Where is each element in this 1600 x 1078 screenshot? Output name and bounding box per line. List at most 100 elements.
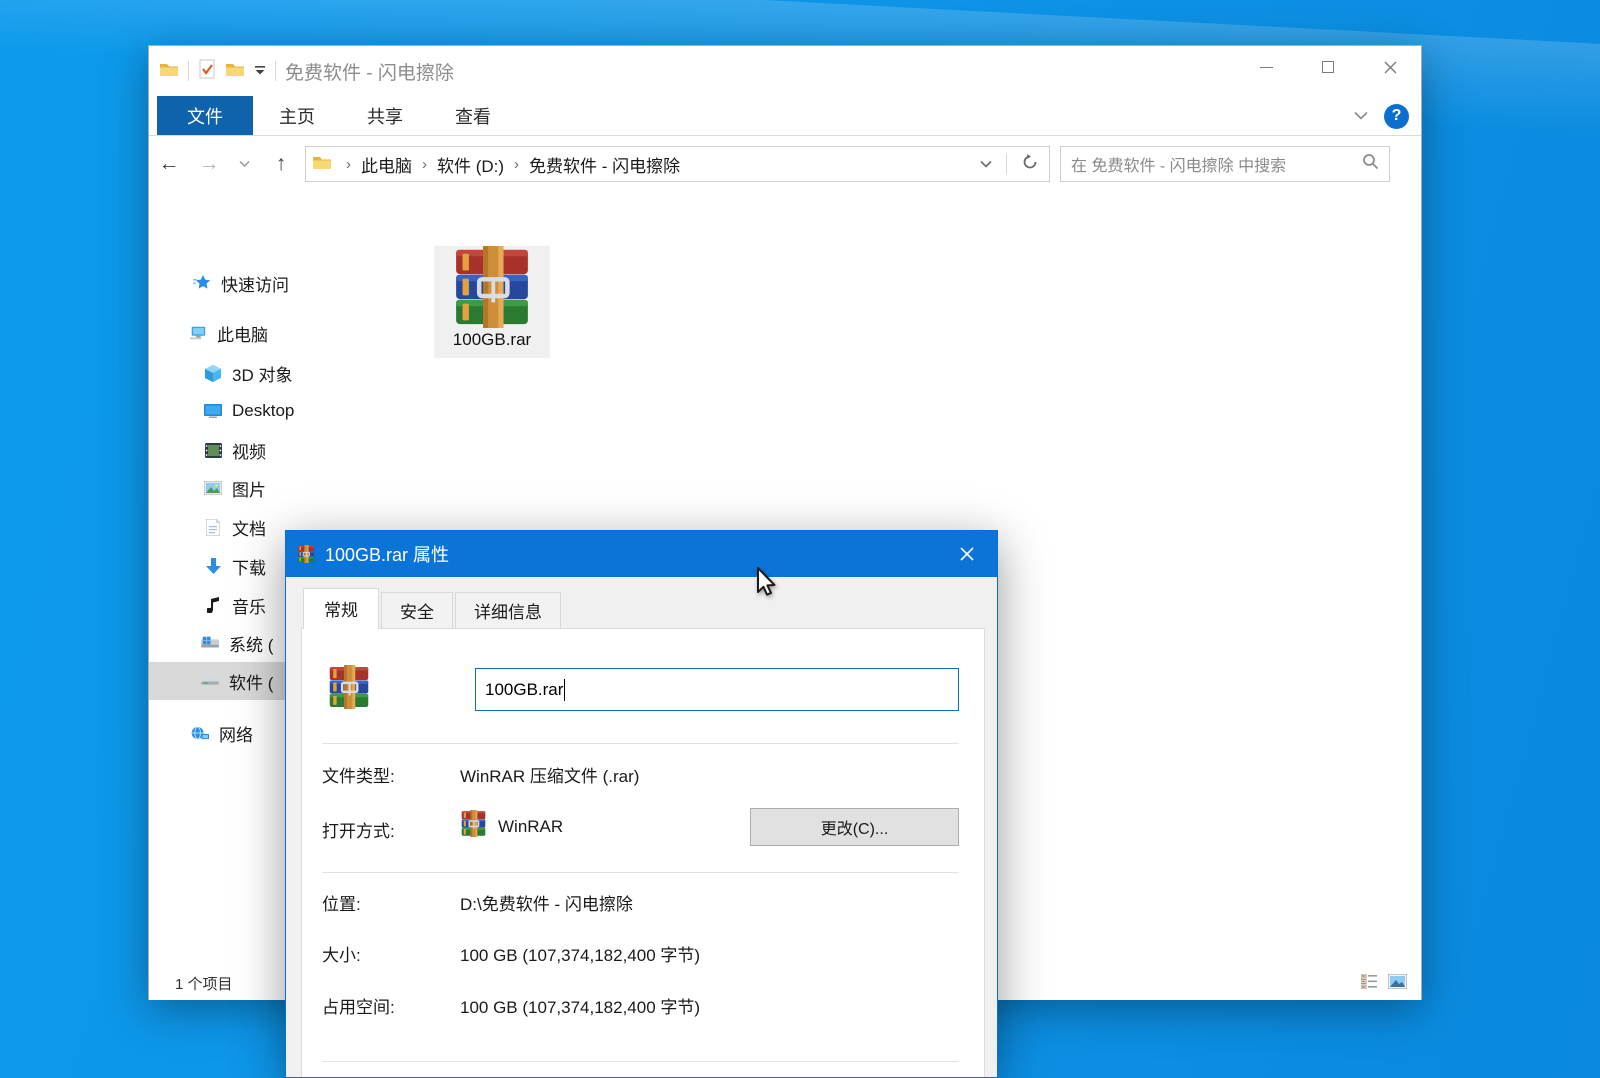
dialog-close-button[interactable] (937, 531, 997, 577)
address-bar[interactable]: › 此电脑 › 软件 (D:) › 免费软件 - 闪电擦除 (305, 146, 1050, 182)
text-caret (564, 679, 565, 701)
tab-security[interactable]: 安全 (381, 592, 453, 629)
breadcrumb-chevron-icon: › (338, 156, 359, 173)
sidebar-item-label: 网络 (219, 721, 253, 746)
divider (322, 743, 959, 744)
sidebar-item-documents[interactable]: 文档 (149, 508, 301, 546)
divider (1006, 154, 1007, 174)
location-label: 位置: (322, 890, 361, 915)
breadcrumb-this-pc[interactable]: 此电脑 (359, 152, 414, 177)
winrar-icon (297, 545, 315, 563)
breadcrumb-chevron-icon: › (414, 156, 435, 173)
forward-icon[interactable]: → (189, 152, 229, 176)
divider (322, 1061, 959, 1062)
sidebar-item-system-drive[interactable]: 系统 ( (149, 624, 301, 662)
thumbnail-view-icon[interactable] (1388, 974, 1407, 993)
system-drive-icon (201, 636, 219, 650)
divider (188, 61, 189, 81)
tab-home[interactable]: 主页 (253, 96, 341, 135)
sidebar-item-downloads[interactable]: 下载 (149, 547, 301, 585)
desktop-wallpaper: 免费软件 - 闪电擦除 文件 主页 共享 查看 ? ← (0, 0, 1600, 1078)
general-tab-page: 100GB.rar 文件类型: WinRAR 压缩文件 (.rar) 打开方式:… (301, 628, 985, 1078)
divider (275, 61, 276, 81)
minimize-button[interactable] (1235, 46, 1297, 88)
tab-details[interactable]: 详细信息 (455, 592, 561, 629)
tab-share[interactable]: 共享 (341, 96, 429, 135)
explorer-titlebar[interactable]: 免费软件 - 闪电擦除 (149, 46, 1421, 96)
address-bar-row: ← → ↑ › 此电脑 › 软件 (D:) › 免费软件 - 闪电擦除 (149, 137, 1421, 191)
opens-with-label: 打开方式: (322, 817, 395, 842)
search-input[interactable]: 在 免费软件 - 闪电擦除 中搜索 (1060, 146, 1390, 182)
address-history-icon[interactable] (980, 155, 992, 173)
opens-with-value: WinRAR (498, 817, 563, 837)
breadcrumb-chevron-icon: › (506, 156, 527, 173)
change-button[interactable]: 更改(C)... (750, 808, 959, 846)
sidebar-item-this-pc[interactable]: 此电脑 (149, 314, 301, 352)
this-pc-icon (189, 325, 207, 341)
help-icon[interactable]: ? (1384, 104, 1409, 129)
sidebar-item-label: 快速访问 (221, 271, 289, 296)
close-icon (960, 547, 974, 561)
sidebar-item-pictures[interactable]: 图片 (149, 469, 301, 507)
close-icon (1384, 61, 1397, 74)
sidebar-item-desktop[interactable]: Desktop (149, 392, 301, 430)
tab-file[interactable]: 文件 (157, 96, 253, 135)
winrar-file-icon (325, 665, 373, 709)
sidebar-item-quick-access[interactable]: 快速访问 (149, 264, 301, 302)
pictures-icon (204, 481, 222, 495)
sidebar-item-label: 音乐 (232, 593, 266, 618)
sidebar-item-label: 3D 对象 (232, 361, 292, 386)
sidebar-item-videos[interactable]: 视频 (149, 431, 301, 469)
3d-objects-icon (204, 365, 222, 382)
sidebar-item-label: 文档 (232, 515, 266, 540)
file-type-label: 文件类型: (322, 762, 395, 787)
tab-general[interactable]: 常规 (303, 588, 379, 629)
file-item-100gb-rar[interactable]: 100GB.rar (434, 246, 550, 358)
details-view-icon[interactable] (1361, 974, 1378, 993)
file-type-value: WinRAR 压缩文件 (.rar) (460, 762, 639, 787)
sidebar-item-label: 此电脑 (217, 321, 268, 346)
maximize-button[interactable] (1297, 46, 1359, 88)
sidebar-item-label: 视频 (232, 438, 266, 463)
sidebar-item-label: Desktop (232, 401, 294, 421)
sidebar-item-label: 图片 (232, 476, 266, 501)
up-icon[interactable]: ↑ (259, 152, 303, 176)
filename-value: 100GB.rar (485, 680, 563, 700)
sidebar-item-label: 软件 ( (229, 669, 273, 694)
sidebar-item-network[interactable]: 网络 (149, 714, 301, 752)
size-on-disk-label: 占用空间: (322, 993, 395, 1018)
sidebar-item-label: 系统 ( (229, 631, 273, 656)
recent-locations-icon[interactable] (229, 155, 259, 173)
sidebar-item-label: 下载 (232, 554, 266, 579)
sidebar-item-software-drive[interactable]: 软件 ( (149, 662, 301, 700)
desktop-icon (204, 404, 222, 418)
address-folder-icon (312, 153, 332, 175)
breadcrumb-drive-d[interactable]: 软件 (D:) (435, 152, 506, 177)
filename-input[interactable]: 100GB.rar (475, 668, 959, 711)
sidebar-item-3d-objects[interactable]: 3D 对象 (149, 354, 301, 392)
window-title: 免费软件 - 闪电擦除 (285, 58, 454, 85)
software-drive-icon (201, 675, 219, 687)
breadcrumb-current-folder[interactable]: 免费软件 - 闪电擦除 (527, 152, 682, 177)
tab-view[interactable]: 查看 (429, 96, 517, 135)
collapse-ribbon-icon[interactable] (1354, 107, 1368, 125)
dialog-titlebar[interactable]: 100GB.rar 属性 (286, 531, 997, 577)
mouse-cursor (752, 566, 778, 600)
close-button[interactable] (1359, 46, 1421, 88)
refresh-icon[interactable] (1021, 153, 1039, 176)
downloads-icon (204, 558, 222, 575)
folder-icon (159, 60, 179, 82)
size-on-disk-value: 100 GB (107,374,182,400 字节) (460, 993, 700, 1018)
properties-check-icon[interactable] (198, 59, 216, 84)
back-icon[interactable]: ← (149, 152, 189, 176)
search-icon[interactable] (1362, 153, 1379, 175)
new-folder-icon[interactable] (225, 60, 245, 82)
size-value: 100 GB (107,374,182,400 字节) (460, 941, 700, 966)
sidebar-item-music[interactable]: 音乐 (149, 586, 301, 624)
winrar-app-icon (460, 810, 487, 837)
search-placeholder: 在 免费软件 - 闪电擦除 中搜索 (1071, 152, 1362, 176)
divider (322, 872, 959, 873)
ribbon-right-controls: ? (1354, 96, 1409, 136)
qat-customize-icon[interactable] (254, 62, 266, 80)
videos-icon (204, 443, 222, 458)
